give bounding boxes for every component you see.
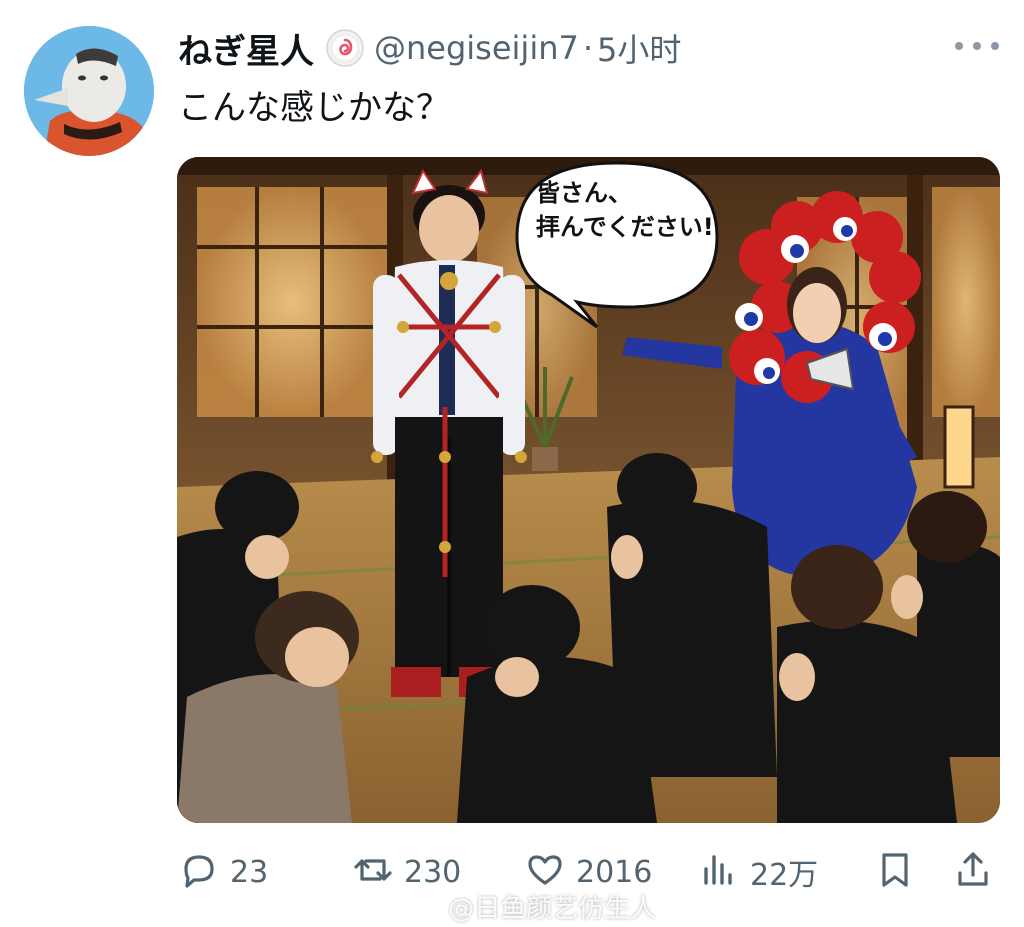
separator-dot: · <box>582 29 594 67</box>
repost-count: 230 <box>404 854 462 890</box>
post-text: こんな感じかな？ <box>178 88 450 128</box>
bar-chart-icon <box>698 849 740 895</box>
repost-icon <box>352 849 394 895</box>
dot-icon <box>991 42 999 50</box>
watermark-text: @日鱼颜艺仿生人 <box>448 894 657 924</box>
author-handle[interactable]: @negiseijin7 <box>374 29 579 67</box>
speech-bubble-text: 皆さん、 拝んでください! <box>536 176 736 244</box>
weibo-icon <box>410 894 448 924</box>
dot-icon <box>955 42 963 50</box>
reply-button[interactable]: 23 <box>178 850 268 894</box>
bookmark-icon <box>874 849 916 895</box>
views-button[interactable]: 22万 <box>698 850 818 894</box>
share-icon <box>952 849 994 895</box>
share-button[interactable] <box>952 850 994 894</box>
speech-bubble-line: 皆さん、 <box>536 179 632 207</box>
avatar[interactable] <box>24 26 154 156</box>
more-options-button[interactable] <box>955 34 999 58</box>
watermark: @日鱼颜艺仿生人 <box>410 888 656 925</box>
post-timestamp[interactable]: 5小时 <box>597 25 681 71</box>
author-display-name[interactable]: ねぎ星人 <box>178 24 314 73</box>
dot-icon <box>973 42 981 50</box>
like-count: 2016 <box>576 854 653 890</box>
post-media-image[interactable] <box>177 157 1000 823</box>
speech-bubble-line: 拝んでください! <box>536 213 714 241</box>
fishcake-icon <box>326 29 364 67</box>
reply-icon <box>178 849 220 895</box>
post-header: ねぎ星人 @negiseijin7 · 5小时 <box>178 20 681 76</box>
reply-count: 23 <box>230 854 269 890</box>
bookmark-button[interactable] <box>874 850 916 894</box>
views-count: 22万 <box>750 858 819 893</box>
